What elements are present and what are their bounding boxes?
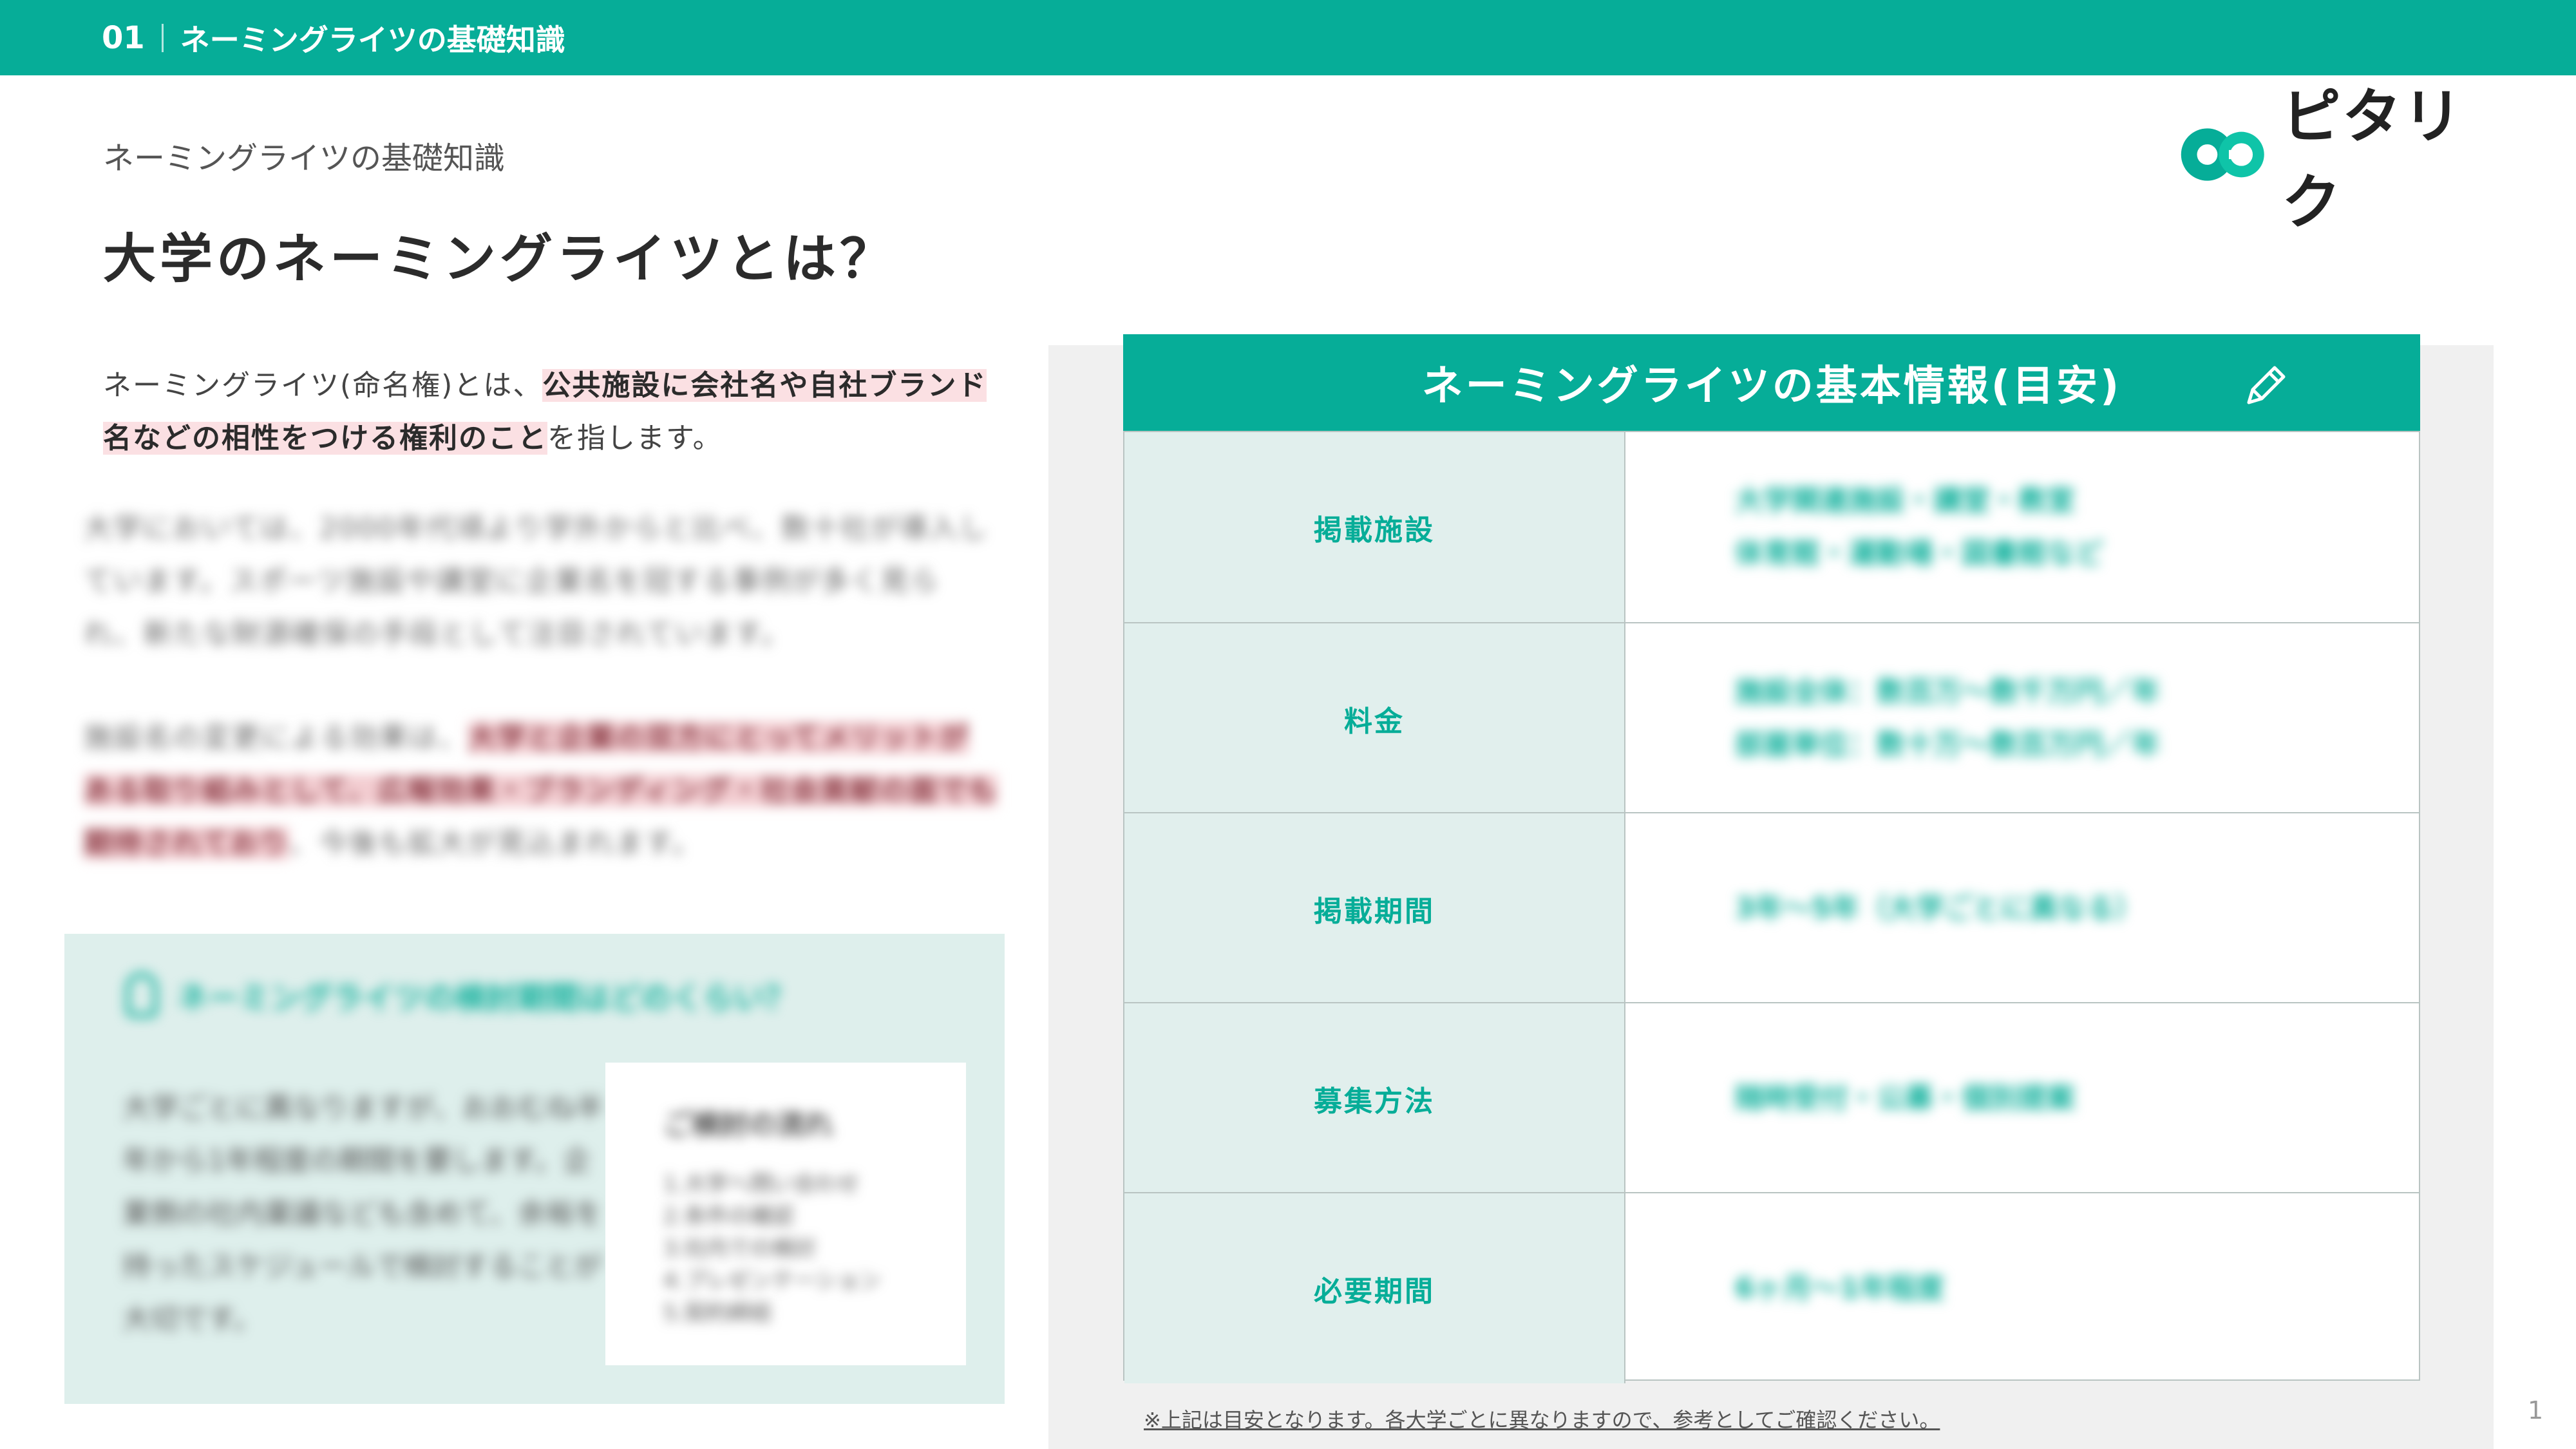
pencil-icon: [2247, 366, 2286, 404]
row-value: 6ヶ月〜1年程度: [1625, 1193, 2419, 1383]
tip-card-line: 3.社内での検討: [663, 1236, 816, 1262]
lightbulb-icon: [126, 972, 158, 1018]
row-label: 料金: [1124, 623, 1625, 813]
pitariku-logo-mark-icon: [2181, 128, 2264, 181]
blurred-paragraph-2: 大学においては、2000年代頃より学外からと比べ、数十社が導入しています。スポー…: [84, 512, 989, 650]
section-divider: [161, 23, 164, 52]
tip-title-text: ネーミングライツの検討期間はどのくらい？: [177, 980, 796, 1016]
info-panel-title: ネーミングライツの基本情報(目安): [1421, 363, 2122, 410]
row-label: 掲載施設: [1124, 432, 1625, 622]
row-value-line: 大学関連施設・講堂・教室: [1735, 484, 2075, 517]
row-value-line: 施設全体：数百万〜数千万円／年: [1735, 675, 2160, 708]
section-title: ネーミングライツの基礎知識: [180, 22, 565, 57]
row-value: 大学関連施設・講堂・教室 体育館・運動場・図書館など: [1625, 432, 2419, 622]
row-value: 随時受付・公募・個別提案: [1625, 1003, 2419, 1193]
info-table: 掲載施設 大学関連施設・講堂・教室 体育館・運動場・図書館など 料金 施設全体：…: [1123, 431, 2420, 1383]
intro-paragraph: ネーミングライツ(命名権)とは、公共施設に会社名や自社ブランド名などの相性をつけ…: [103, 359, 1005, 465]
table-row: 掲載期間 3年〜5年（大学ごとに異なる）: [1124, 813, 2419, 1003]
tip-box: ネーミングライツの検討期間はどのくらい？ 大学ごとに異なりますが、おおむね半年か…: [64, 934, 1005, 1404]
row-value-line: 部屋単位：数十万〜数百万円／年: [1735, 728, 2160, 761]
tip-card-title: ご検討の流れ: [663, 1108, 833, 1141]
logo-wordmark: ピタリク: [2281, 82, 2463, 237]
tip-card-line: 4.プレゼンテーション: [663, 1268, 881, 1294]
row-value: 施設全体：数百万〜数千万円／年 部屋単位：数十万〜数百万円／年: [1625, 623, 2419, 813]
row-value: 3年〜5年（大学ごとに異なる）: [1625, 813, 2419, 1003]
tip-body: 大学ごとに異なりますが、おおむね半年から1年程度の期間を要します。企業側の社内稟…: [122, 1092, 604, 1336]
table-row: 料金 施設全体：数百万〜数千万円／年 部屋単位：数十万〜数百万円／年: [1124, 623, 2419, 813]
row-value-line: 3年〜5年（大学ごとに異なる）: [1735, 891, 2143, 925]
blurred-paragraph-3: 施設名の変更による効果は、大学と企業の双方にとってメリットがある取り組みとして、…: [84, 712, 998, 870]
tip-card-line: 1.大学へ問い合わせ: [663, 1171, 860, 1197]
panel-footnote: ※上記は目安となります。各大学ごとに異なりますので、参考としてご確認ください。: [1144, 1408, 1940, 1432]
row-value-line: 体育館・運動場・図書館など: [1735, 536, 2103, 570]
tip-card-line: 2.条件の確認: [663, 1204, 794, 1229]
row-label: 掲載期間: [1124, 813, 1625, 1003]
section-header-bar: 01 ネーミングライツの基礎知識: [0, 0, 2576, 75]
table-row: 募集方法 随時受付・公募・個別提案: [1124, 1003, 2419, 1193]
tip-card-line: 5.契約締結: [663, 1300, 772, 1326]
table-row: 掲載施設 大学関連施設・講堂・教室 体育館・運動場・図書館など: [1124, 432, 2419, 622]
row-value-line: 6ヶ月〜1年程度: [1735, 1271, 1945, 1305]
brand-logo: ピタリク: [2180, 82, 2496, 237]
section-number: 01: [102, 19, 145, 56]
para3-text-before: 施設名の変更による効果は、: [84, 721, 468, 754]
intro-text-after: を指します。: [547, 422, 723, 455]
page-title: 大学のネーミングライツとは？: [103, 229, 897, 290]
row-value-line: 随時受付・公募・個別提案: [1735, 1081, 2075, 1115]
info-panel-header: ネーミングライツの基本情報(目安): [1123, 334, 2420, 431]
page-number: 1: [2528, 1396, 2544, 1425]
row-label: 募集方法: [1124, 1003, 1625, 1193]
intro-text-before: ネーミングライツ(命名権)とは、: [103, 369, 543, 402]
tip-title: ネーミングライツの検討期間はどのくらい？: [126, 972, 795, 1018]
tip-card: ご検討の流れ 1.大学へ問い合わせ 2.条件の確認 3.社内での検討 4.プレゼ…: [605, 1063, 966, 1365]
table-row: 必要期間 6ヶ月〜1年程度: [1124, 1193, 2419, 1383]
row-label: 必要期間: [1124, 1193, 1625, 1383]
page-kicker: ネーミングライツの基礎知識: [103, 140, 506, 176]
para3-text-after: 、今後も拡大が見込まれます。: [289, 827, 701, 860]
